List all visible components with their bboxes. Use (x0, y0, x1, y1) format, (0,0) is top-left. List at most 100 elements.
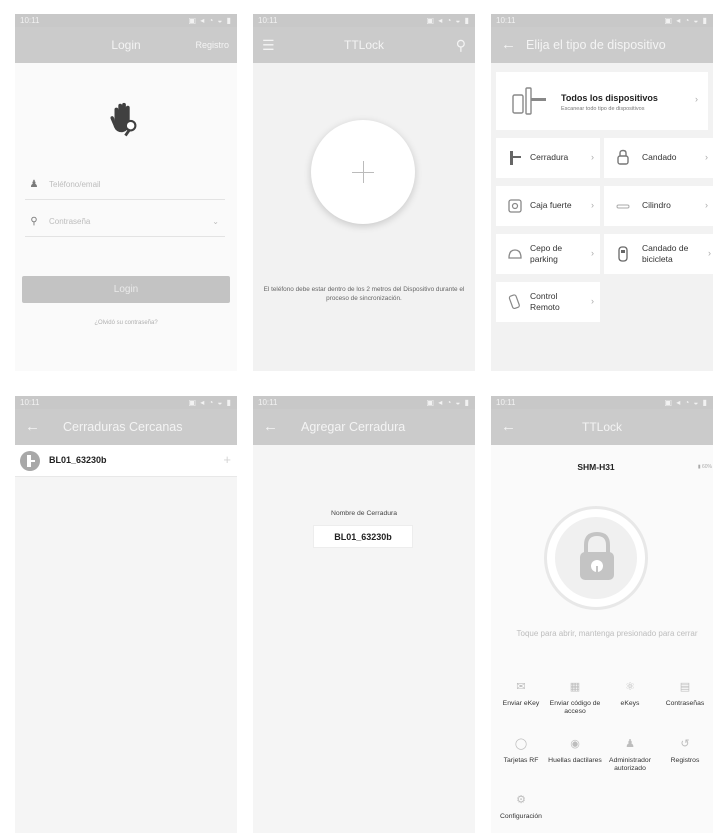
device-type-label: Candado (642, 152, 677, 162)
settings-icon: ⚙ (516, 794, 526, 806)
status-bar: 10:11 ▣ ◂ ◔ ◒ ▮ (253, 14, 475, 27)
back-arrow-icon[interactable]: ← (501, 27, 516, 63)
safe-icon (508, 199, 522, 213)
status-icons: ▣ ◂ ◔ ◒ ▮ (426, 398, 470, 407)
app-bar: ← Cerraduras Cercanas (15, 409, 237, 445)
page-title: Agregar Cerradura (301, 420, 406, 434)
device-type-candado[interactable]: Candado › (604, 138, 713, 178)
function-label: Administrador autorizado (609, 757, 651, 772)
status-bar: 10:11 ▣ ◂ ◔ ◒ ▮ (491, 14, 713, 27)
function-label: Enviar código de acceso (549, 700, 601, 715)
back-arrow-icon[interactable]: ← (25, 409, 40, 445)
user-icon: ♟ (29, 179, 39, 190)
phone-email-field[interactable]: ♟ Teléfono/email (25, 170, 225, 200)
cylinder-icon (616, 204, 630, 209)
remote-control-icon (508, 294, 520, 310)
unlock-button-inner (555, 517, 637, 599)
device-type-cilindro[interactable]: Cilindro › (604, 186, 713, 226)
phone-email-input[interactable]: Teléfono/email (49, 170, 101, 200)
status-time: 10:11 (496, 16, 516, 25)
nearby-locks-screen: 10:11 ▣ ◂ ◔ ◒ ▮ ← Cerraduras Cercanas BL… (15, 396, 237, 833)
lock-name-label: Nombre de Cerradura (330, 510, 398, 517)
status-icons: ▣ ◂ ◔ ◒ ▮ (664, 16, 708, 25)
device-type-label: Cerradura (530, 152, 569, 162)
lock-avatar-icon (20, 451, 40, 471)
status-time: 10:11 (20, 398, 40, 407)
function-label: Contraseñas (665, 700, 705, 707)
unlock-button[interactable] (544, 506, 648, 610)
device-type-candado-bicicleta[interactable]: Candado de bicicleta › (604, 234, 713, 274)
nearby-lock-row[interactable]: BL01_63230b + (15, 445, 237, 477)
status-icons: ▣ ◂ ◔ ◒ ▮ (664, 398, 708, 407)
back-arrow-icon[interactable]: ← (263, 409, 278, 445)
status-bar: 10:11 ▣ ◂ ◔ ◒ ▮ (253, 396, 475, 409)
padlock-icon (617, 149, 629, 165)
page-title: TTLock (343, 38, 384, 52)
ekeys-button[interactable]: ⚛ eKeys (602, 679, 658, 708)
forgot-password-link[interactable]: ¿Olvidó su contraseña? (15, 320, 237, 326)
bike-lock-icon (618, 246, 628, 262)
lock-hint: Toque para abrir, mantenga presionado pa… (516, 629, 698, 638)
plus-icon-vertical (363, 161, 364, 183)
device-type-caja-fuerte[interactable]: Caja fuerte › (496, 186, 600, 226)
all-devices-card[interactable]: Todos los dispositivos Escanear todo tip… (496, 72, 708, 130)
status-time: 10:11 (258, 398, 278, 407)
fingerprints-button[interactable]: ◉ Huellas dactilares (547, 736, 603, 765)
sync-hint: El teléfono debe estar dentro de los 2 m… (263, 286, 465, 302)
rf-card-icon: ◯ (514, 738, 528, 750)
status-bar: 10:11 ▣ ◂ ◔ ◒ ▮ (15, 14, 237, 27)
home-screen: 10:11 ▣ ◂ ◔ ◒ ▮ ☰ TTLock ⚲ El teléfono d… (253, 14, 475, 371)
function-label: Enviar eKey (502, 700, 540, 707)
send-passcode-button[interactable]: ▦ Enviar código de acceso (547, 679, 603, 716)
password-input[interactable]: Contraseña (49, 207, 90, 237)
lock-detail-screen: 10:11 ▣ ◂ ◔ ◒ ▮ ← TTLock SHM-H31 ▮ 60% T… (491, 396, 713, 833)
padlock-icon (580, 531, 614, 580)
chevron-right-icon: › (695, 94, 698, 104)
passcode-icon: ▦ (569, 681, 581, 693)
device-type-label: Cepo de parking (530, 243, 563, 264)
status-bar: 10:11 ▣ ◂ ◔ ◒ ▮ (15, 396, 237, 409)
function-label: eKeys (620, 700, 640, 707)
function-label: Tarjetas RF (503, 757, 539, 764)
device-type-control-remoto[interactable]: Control Remoto › (496, 282, 600, 322)
battery-indicator: ▮ 60% (697, 464, 712, 470)
function-label: Configuración (500, 813, 542, 820)
add-lock-plus-icon[interactable]: + (223, 452, 231, 467)
device-type-screen: 10:11 ▣ ◂ ◔ ◒ ▮ ← Elija el tipo de dispo… (491, 14, 713, 371)
device-type-cepo-parking[interactable]: Cepo de parking › (496, 234, 600, 274)
visibility-toggle-icon[interactable]: ⌄ (212, 207, 219, 237)
device-type-label: Cilindro (642, 200, 671, 210)
chevron-right-icon: › (591, 200, 594, 210)
send-ekey-icon: ✉ (516, 681, 526, 693)
chevron-right-icon: › (705, 152, 708, 162)
send-ekey-button[interactable]: ✉ Enviar eKey (493, 679, 549, 708)
login-button[interactable]: Login (22, 276, 230, 303)
rf-cards-button[interactable]: ◯ Tarjetas RF (493, 736, 549, 765)
app-bar: ← Elija el tipo de dispositivo (491, 27, 713, 63)
page-title: Elija el tipo de dispositivo (526, 38, 666, 52)
search-icon[interactable]: ⚲ (456, 27, 466, 63)
chevron-right-icon: › (591, 296, 594, 306)
function-label: Huellas dactilares (548, 757, 602, 764)
chevron-right-icon: › (708, 248, 711, 258)
records-button[interactable]: ↺ Registros (657, 736, 713, 765)
page-title: TTLock (581, 420, 622, 434)
device-type-label: Control Remoto (530, 291, 560, 312)
status-icons: ▣ ◂ ◔ ◒ ▮ (188, 398, 232, 407)
function-label: Registros (670, 757, 700, 764)
add-device-button[interactable] (311, 120, 415, 224)
status-icons: ▣ ◂ ◔ ◒ ▮ (188, 16, 232, 25)
lock-name-input[interactable]: BL01_63230b (313, 525, 413, 548)
status-bar: 10:11 ▣ ◂ ◔ ◒ ▮ (491, 396, 713, 409)
password-field[interactable]: ⚲ Contraseña ⌄ (25, 207, 225, 237)
app-bar: ← Agregar Cerradura (253, 409, 475, 445)
hand-key-logo-icon (110, 102, 137, 137)
records-icon: ↺ (680, 738, 690, 750)
authorized-admin-button[interactable]: ♟ Administrador autorizado (602, 736, 658, 773)
passwords-button[interactable]: ▤ Contraseñas (657, 679, 713, 708)
chevron-right-icon: › (591, 152, 594, 162)
status-time: 10:11 (496, 398, 516, 407)
register-link[interactable]: Registro (195, 27, 229, 63)
device-type-cerradura[interactable]: Cerradura › (496, 138, 600, 178)
settings-button[interactable]: ⚙ Configuración (493, 792, 549, 821)
